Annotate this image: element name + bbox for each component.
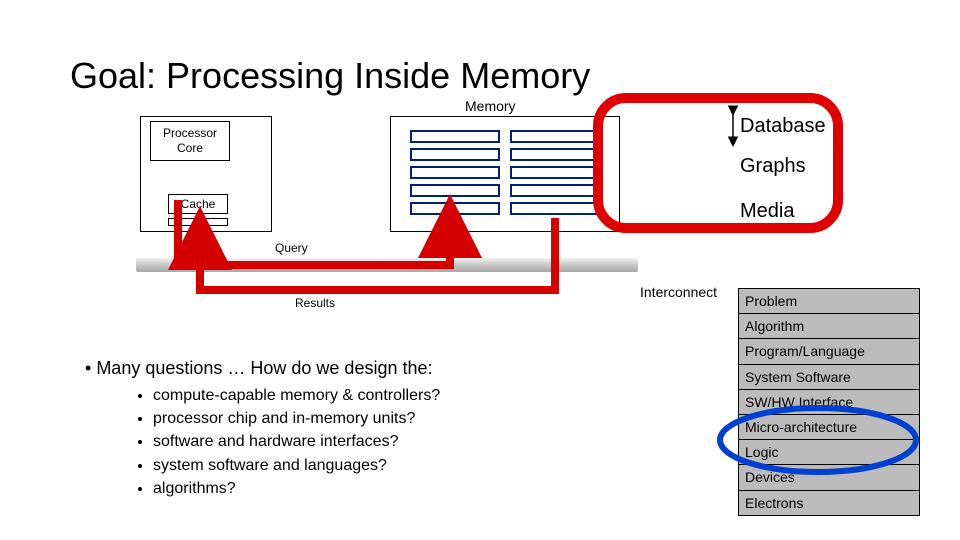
stack-program-language: Program/Language xyxy=(738,339,920,364)
sub-question-list: compute-capable memory & controllers? pr… xyxy=(135,384,440,500)
memory-bank xyxy=(410,184,500,197)
list-item: compute-capable memory & controllers? xyxy=(153,384,440,407)
memory-label: Memory xyxy=(465,98,516,114)
memory-bank xyxy=(510,202,600,215)
interconnect-bar xyxy=(136,258,638,272)
application-graphs: Graphs xyxy=(740,155,806,178)
slide-title: Goal: Processing Inside Memory xyxy=(70,55,590,97)
memory-bank xyxy=(510,148,600,161)
interconnect-label: Interconnect xyxy=(640,284,717,300)
memory-bank xyxy=(510,130,600,143)
memory-bank xyxy=(510,166,600,179)
memory-bank xyxy=(410,202,500,215)
query-label: Query xyxy=(275,241,308,255)
application-database: Database xyxy=(740,115,826,138)
stack-micro-architecture: Micro-architecture xyxy=(738,415,920,440)
stack-problem: Problem xyxy=(738,289,920,314)
memory-bank xyxy=(510,184,600,197)
stack-electrons: Electrons xyxy=(738,491,920,516)
stack-devices: Devices xyxy=(738,465,920,490)
application-media: Media xyxy=(740,200,794,223)
memory-bank xyxy=(410,130,500,143)
system-stack: Problem Algorithm Program/Language Syste… xyxy=(738,288,920,516)
results-label: Results xyxy=(295,296,335,310)
stack-sw-hw-interface: SW/HW Interface xyxy=(738,390,920,415)
cache-box: Cache xyxy=(168,194,228,214)
list-item: software and hardware interfaces? xyxy=(153,430,440,453)
stack-system-software: System Software xyxy=(738,365,920,390)
list-item: system software and languages? xyxy=(153,454,440,477)
memory-bank xyxy=(410,148,500,161)
list-item: algorithms? xyxy=(153,477,440,500)
list-item: processor chip and in-memory units? xyxy=(153,407,440,430)
stack-algorithm: Algorithm xyxy=(738,314,920,339)
stack-logic: Logic xyxy=(738,440,920,465)
memory-bank xyxy=(410,166,500,179)
cache-bar xyxy=(168,218,228,226)
processor-core-box: ProcessorCore xyxy=(150,121,230,161)
question-lead: Many questions … How do we design the: xyxy=(85,358,433,379)
